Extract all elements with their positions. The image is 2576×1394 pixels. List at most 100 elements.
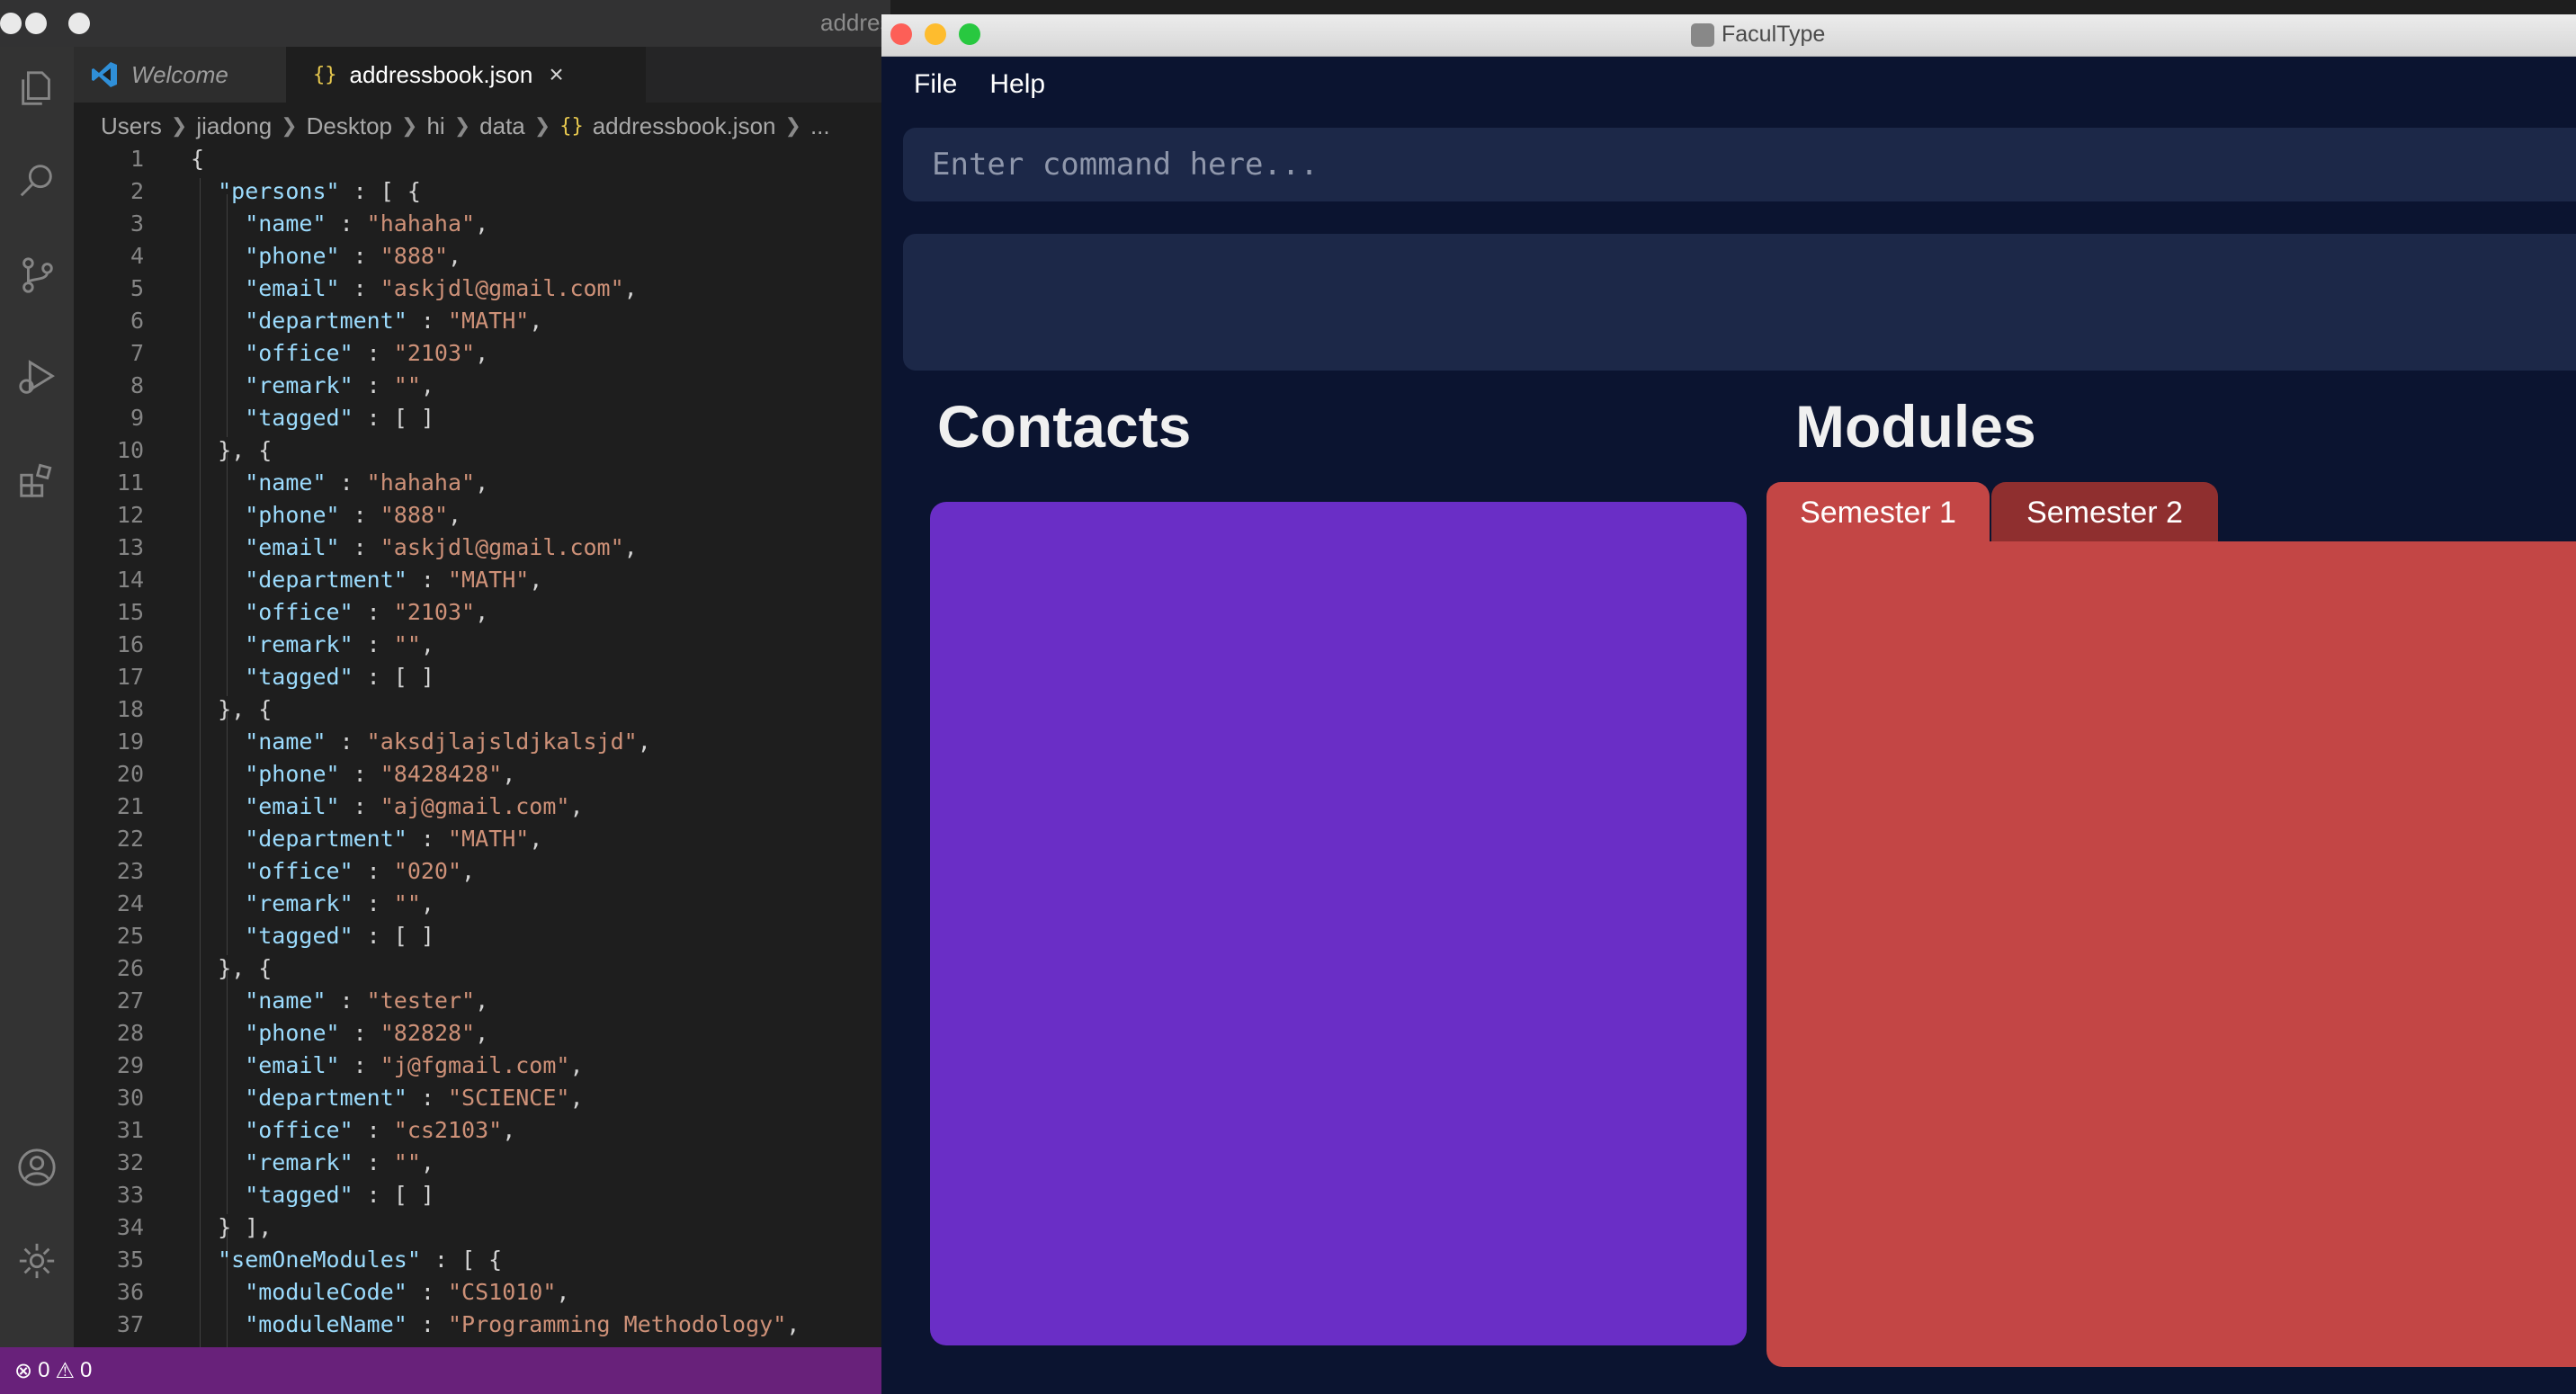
search-icon[interactable] [0, 147, 74, 212]
code-line[interactable]: 8 "remark" : "", [74, 372, 890, 405]
tab-addressbook-json[interactable]: {} addressbook.json × [286, 47, 646, 103]
code-line[interactable]: 24 "remark" : "", [74, 890, 890, 923]
json-punct: : [ ] [353, 664, 434, 690]
code-line[interactable]: 12 "phone" : "888", [74, 502, 890, 534]
menu-help[interactable]: Help [989, 69, 1045, 100]
minimize-window-button[interactable] [25, 13, 47, 34]
json-file-icon: {} [313, 63, 337, 86]
error-count[interactable]: 0 [38, 1358, 49, 1383]
line-number: 21 [116, 793, 144, 819]
code-line[interactable]: 37 "moduleName" : "Programming Methodolo… [74, 1311, 890, 1344]
breadcrumb-item[interactable]: addressbook.json [593, 112, 776, 140]
modules-list-panel[interactable] [1767, 541, 2576, 1367]
json-punct: , [475, 599, 489, 625]
code-text: "office" : "2103", [191, 599, 488, 625]
line-number: 28 [116, 1020, 144, 1046]
code-line[interactable]: 36 "moduleCode" : "CS1010", [74, 1279, 890, 1311]
code-line[interactable]: 7 "office" : "2103", [74, 340, 890, 372]
warning-icon[interactable]: ⚠ [55, 1358, 75, 1384]
code-line[interactable]: 14 "department" : "MATH", [74, 567, 890, 599]
code-text: "name" : "tester", [191, 987, 488, 1014]
breadcrumb-item[interactable]: ... [810, 112, 830, 140]
minimize-window-button[interactable] [925, 23, 946, 45]
breadcrumb-item[interactable]: hi [426, 112, 444, 140]
code-line[interactable]: 19 "name" : "aksdjlajsldjkalsjd", [74, 728, 890, 761]
code-line[interactable]: 18 }, { [74, 696, 890, 728]
code-line[interactable]: 30 "department" : "SCIENCE", [74, 1085, 890, 1117]
explorer-icon[interactable] [0, 56, 74, 121]
code-line[interactable]: 11 "name" : "hahaha", [74, 469, 890, 502]
menu-file[interactable]: File [914, 69, 957, 100]
json-key: "tagged" [191, 1182, 353, 1208]
json-string: "askjdl@gmail.com" [380, 534, 624, 560]
code-line[interactable]: 25 "tagged" : [ ] [74, 923, 890, 955]
extensions-icon[interactable] [0, 448, 74, 513]
run-debug-icon[interactable] [0, 345, 74, 410]
code-line[interactable]: 35 "semOneModules" : [ { [74, 1247, 890, 1279]
close-window-button[interactable] [0, 13, 22, 34]
code-text: "name" : "hahaha", [191, 210, 488, 237]
code-line[interactable]: 28 "phone" : "82828", [74, 1020, 890, 1052]
code-line[interactable]: 26 }, { [74, 955, 890, 987]
code-line[interactable]: 5 "email" : "askjdl@gmail.com", [74, 275, 890, 308]
close-tab-icon[interactable]: × [549, 60, 563, 89]
json-punct: : [353, 599, 394, 625]
code-line[interactable]: 22 "department" : "MATH", [74, 826, 890, 858]
settings-gear-icon[interactable] [0, 1229, 74, 1293]
code-line[interactable]: 15 "office" : "2103", [74, 599, 890, 631]
json-punct: : [ ] [353, 405, 434, 431]
code-text: "office" : "020", [191, 858, 475, 884]
code-line[interactable]: 6 "department" : "MATH", [74, 308, 890, 340]
code-line[interactable]: 17 "tagged" : [ ] [74, 664, 890, 696]
line-number: 18 [116, 696, 144, 722]
code-line[interactable]: 34 } ], [74, 1214, 890, 1247]
source-control-icon[interactable] [0, 243, 74, 308]
chevron-right-icon: ❯ [533, 114, 551, 137]
code-line[interactable]: 10 }, { [74, 437, 890, 469]
code-line[interactable]: 21 "email" : "aj@gmail.com", [74, 793, 890, 826]
contacts-list-panel[interactable] [930, 502, 1747, 1345]
code-line[interactable]: 1{ [74, 146, 890, 178]
code-line[interactable]: 23 "office" : "020", [74, 858, 890, 890]
line-number: 7 [130, 340, 144, 366]
line-number: 20 [116, 761, 144, 787]
code-line[interactable]: 2 "persons" : [ { [74, 178, 890, 210]
command-input[interactable] [930, 146, 2463, 183]
close-window-button[interactable] [890, 23, 912, 45]
code-line[interactable]: 33 "tagged" : [ ] [74, 1182, 890, 1214]
code-text: "remark" : "", [191, 890, 434, 916]
json-punct: : [353, 858, 394, 884]
code-line[interactable]: 16 "remark" : "", [74, 631, 890, 664]
maximize-window-button[interactable] [959, 23, 980, 45]
code-text: "tagged" : [ ] [191, 405, 434, 431]
code-line[interactable]: 29 "email" : "j@fgmail.com", [74, 1052, 890, 1085]
json-string: "" [393, 631, 421, 657]
code-line[interactable]: 20 "phone" : "8428428", [74, 761, 890, 793]
error-icon[interactable]: ⊗ [14, 1358, 32, 1384]
code-line[interactable]: 3 "name" : "hahaha", [74, 210, 890, 243]
code-text: "email" : "j@fgmail.com", [191, 1052, 583, 1078]
json-punct: , [569, 793, 584, 819]
code-line[interactable]: 32 "remark" : "", [74, 1149, 890, 1182]
code-line[interactable]: 4 "phone" : "888", [74, 243, 890, 275]
code-text: "remark" : "", [191, 631, 434, 657]
code-editor[interactable]: 1{2 "persons" : [ {3 "name" : "hahaha", 4… [74, 146, 890, 1347]
code-line[interactable]: 27 "name" : "tester", [74, 987, 890, 1020]
account-icon[interactable] [0, 1135, 74, 1200]
json-punct: : [339, 534, 380, 560]
warning-count[interactable]: 0 [80, 1358, 92, 1383]
tab-semester-1[interactable]: Semester 1 [1767, 482, 1990, 543]
code-line[interactable]: 13 "email" : "askjdl@gmail.com", [74, 534, 890, 567]
breadcrumb-item[interactable]: Users [101, 112, 162, 140]
breadcrumb-item[interactable]: data [479, 112, 525, 140]
breadcrumb-item[interactable]: Desktop [307, 112, 392, 140]
line-number: 16 [116, 631, 144, 657]
tab-semester-2[interactable]: Semester 2 [1991, 482, 2218, 543]
maximize-window-button[interactable] [68, 13, 90, 34]
code-line[interactable]: 31 "office" : "cs2103", [74, 1117, 890, 1149]
json-punct: : [353, 1149, 394, 1175]
breadcrumb-item[interactable]: jiadong [196, 112, 272, 140]
facultype-window: FaculType File Help Contacts Modules Sem… [881, 14, 2576, 1394]
code-line[interactable]: 9 "tagged" : [ ] [74, 405, 890, 437]
tab-welcome[interactable]: Welcome [74, 47, 286, 103]
